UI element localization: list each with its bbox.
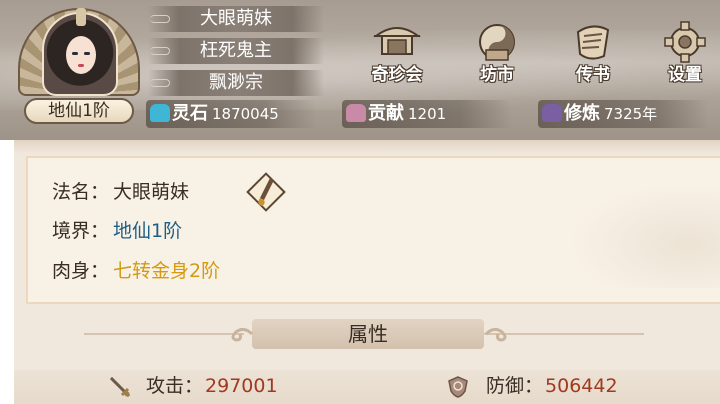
- spirit-stone-value: 1870045: [212, 105, 279, 123]
- cultivation-value: 7325年: [604, 105, 658, 123]
- market-button[interactable]: 坊市: [464, 20, 530, 86]
- gear-icon: [664, 21, 706, 63]
- meditation-figure-icon: [542, 104, 562, 122]
- avatar-mouth: [78, 64, 84, 67]
- dharma-name-value: 大眼萌妹: [113, 181, 190, 203]
- defense-key: 防御：: [486, 375, 544, 397]
- attack-stat: 攻击： 297001: [108, 371, 278, 401]
- treasure-pavilion-icon: [373, 27, 421, 55]
- spirit-stone-counter: 灵石 1870045: [146, 100, 316, 128]
- attack-value: 297001: [205, 375, 278, 397]
- avatar-face: [66, 36, 96, 74]
- letter-label: 传书: [576, 65, 610, 85]
- edit-name-brush-icon[interactable]: [244, 170, 288, 214]
- dharma-name-row: 法名： 大眼萌妹: [52, 179, 189, 205]
- player-sect-plate: 飘渺宗: [148, 70, 324, 96]
- market-icon: [479, 24, 515, 61]
- treasure-pavilion-label: 奇珍会: [371, 65, 423, 85]
- crossed-swords-icon: [109, 376, 131, 398]
- realm-badge: 地仙1阶: [24, 98, 134, 124]
- realm-value: 地仙1阶: [113, 220, 183, 242]
- market-label: 坊市: [480, 65, 514, 85]
- top-status-bar: 地仙1阶 大眼萌妹 枉死鬼主 飘渺宗 奇珍会 坊市 传书 设置 灵石 18700…: [0, 0, 720, 140]
- avatar-left-eye: [72, 52, 78, 55]
- body-row: 肉身： 七转金身2阶: [52, 258, 220, 284]
- contribution-counter: 贡献 1201: [342, 100, 512, 128]
- defense-stat: 防御： 506442: [444, 371, 618, 401]
- settings-label: 设置: [668, 65, 702, 85]
- settings-button[interactable]: 设置: [652, 20, 718, 86]
- attributes-section-title: 属性: [348, 322, 388, 346]
- player-name-plate: 大眼萌妹: [148, 6, 324, 32]
- spirit-stone-label: 灵石: [172, 103, 208, 124]
- letter-button[interactable]: 传书: [560, 20, 626, 86]
- scroll-letter-icon: [576, 25, 610, 60]
- body-key: 肉身：: [52, 260, 110, 282]
- scroll-ornament: [150, 47, 170, 55]
- hairpin-ornament: [76, 8, 86, 26]
- cloud-curl-ornament-left: [231, 327, 254, 342]
- cultivation-counter: 修炼 7325年: [538, 100, 708, 128]
- cloud-curl-ornament-right: [484, 327, 507, 342]
- contribution-token-icon: [346, 104, 366, 122]
- player-sect: 飘渺宗: [209, 72, 263, 93]
- treasure-pavilion-button[interactable]: 奇珍会: [364, 20, 430, 86]
- shield-icon: [448, 376, 468, 398]
- contribution-label: 贡献: [368, 103, 404, 124]
- contribution-value: 1201: [408, 105, 447, 123]
- player-avatar[interactable]: [42, 8, 118, 96]
- dharma-name-key: 法名：: [52, 181, 110, 203]
- body-value: 七转金身2阶: [113, 260, 221, 282]
- attack-key: 攻击：: [146, 375, 204, 397]
- defense-value: 506442: [545, 375, 618, 397]
- attributes-section-header: 属性: [84, 316, 644, 352]
- divider-line-left: [84, 333, 244, 335]
- realm-key: 境界：: [52, 220, 110, 242]
- cultivation-label: 修炼: [564, 103, 600, 124]
- scroll-ornament: [150, 15, 170, 23]
- player-title-plate: 枉死鬼主: [148, 38, 324, 64]
- player-title: 枉死鬼主: [200, 40, 272, 61]
- scroll-ornament: [150, 79, 170, 87]
- avatar-right-eye: [84, 52, 90, 55]
- player-name: 大眼萌妹: [200, 8, 272, 29]
- spirit-stone-icon: [150, 104, 170, 122]
- realm-row: 境界： 地仙1阶: [52, 218, 182, 244]
